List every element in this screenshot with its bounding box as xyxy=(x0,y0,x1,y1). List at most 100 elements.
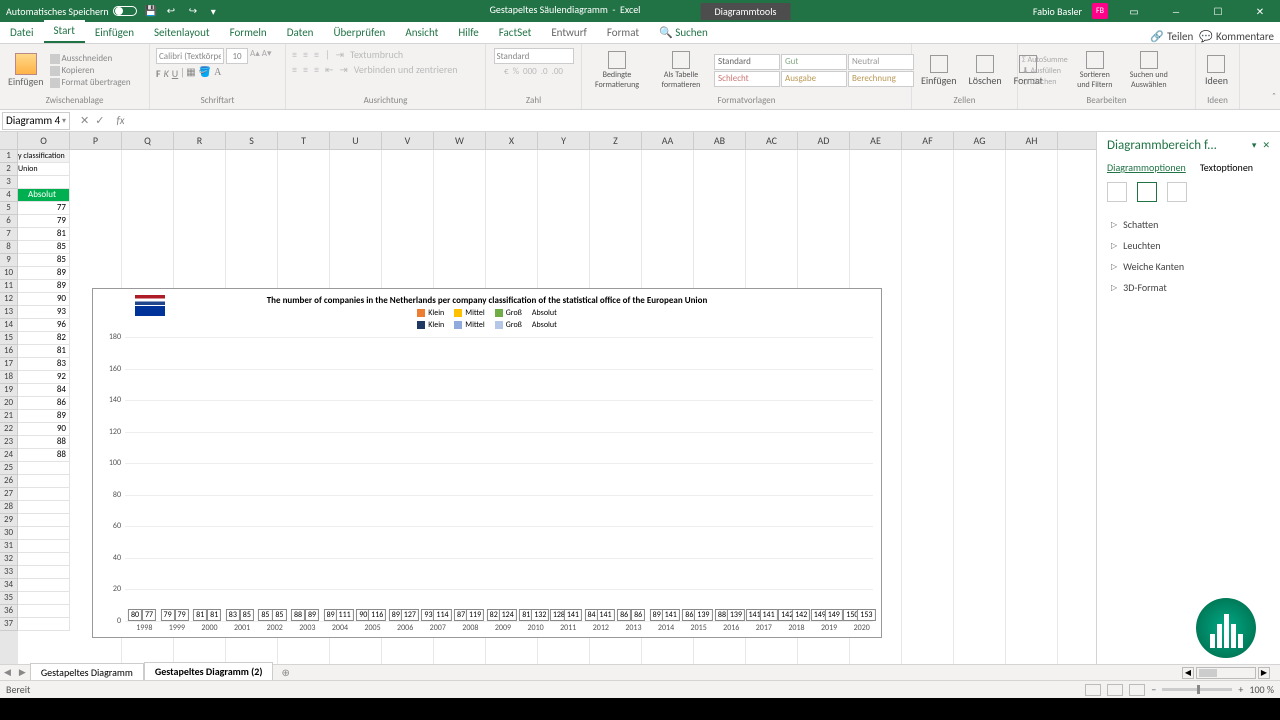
style-standard[interactable]: Standard xyxy=(714,54,780,70)
autosave-toggle[interactable]: Automatisches Speichern xyxy=(6,5,137,18)
row-header[interactable]: 14 xyxy=(0,319,18,332)
tab-format[interactable]: Format xyxy=(597,22,649,43)
pane-tab-text[interactable]: Textoptionen xyxy=(1200,161,1253,174)
undo-icon[interactable]: ↩ xyxy=(167,4,181,18)
col-header[interactable]: AC xyxy=(746,132,798,149)
page-layout-icon[interactable] xyxy=(1107,684,1123,696)
cell[interactable]: Union xyxy=(18,163,70,176)
cell[interactable]: 81 xyxy=(18,228,70,241)
row-header[interactable]: 31 xyxy=(0,540,18,553)
row-header[interactable]: 11 xyxy=(0,280,18,293)
row-header[interactable]: 20 xyxy=(0,397,18,410)
bold-button[interactable]: F xyxy=(156,67,161,80)
conditional-formatting[interactable]: Bedingte Formatierung xyxy=(586,51,648,90)
user-name[interactable]: Fabio Basler xyxy=(1033,5,1082,18)
style-neutral[interactable]: Neutral xyxy=(848,54,914,70)
chart-object[interactable]: The number of companies in the Netherlan… xyxy=(92,288,882,638)
col-header[interactable]: R xyxy=(174,132,226,149)
col-header[interactable]: AE xyxy=(850,132,902,149)
zoom-in[interactable]: + xyxy=(1238,683,1243,696)
cell[interactable]: 89 xyxy=(18,410,70,423)
size-icon[interactable] xyxy=(1167,182,1187,202)
worksheet-grid[interactable]: O PQRSTUVWXYZAAABACADAEAFAGAH 1234567891… xyxy=(0,132,1096,664)
cell[interactable]: 90 xyxy=(18,293,70,306)
qat-more[interactable]: ▾ xyxy=(211,5,216,18)
row-header[interactable]: 24 xyxy=(0,449,18,462)
col-header[interactable]: AF xyxy=(902,132,954,149)
sheet-tab[interactable]: Gestapeltes Diagramm (2) xyxy=(144,662,274,682)
cell[interactable]: 79 xyxy=(18,215,70,228)
cell[interactable]: 77 xyxy=(18,202,70,215)
share-button[interactable]: 🔗 Teilen xyxy=(1150,30,1193,43)
ideas-button[interactable]: Ideen xyxy=(1200,55,1233,87)
normal-view-icon[interactable] xyxy=(1085,684,1101,696)
close-pane-icon[interactable]: ✕ xyxy=(1262,140,1270,151)
name-box[interactable]: Diagramm 4▾ xyxy=(2,112,70,130)
merge-button[interactable]: Verbinden und zentrieren xyxy=(354,63,458,76)
save-icon[interactable]: 💾 xyxy=(145,4,159,18)
row-header[interactable]: 35 xyxy=(0,592,18,605)
fill-color-button[interactable]: 🪣 xyxy=(199,67,211,80)
row-header[interactable]: 17 xyxy=(0,358,18,371)
autosum-button[interactable]: Σ AutoSumme xyxy=(1022,55,1068,65)
row-header[interactable]: 29 xyxy=(0,514,18,527)
cell[interactable]: 85 xyxy=(18,241,70,254)
row-header[interactable]: 16 xyxy=(0,345,18,358)
pane-option[interactable]: Weiche Kanten xyxy=(1097,256,1280,277)
col-header[interactable]: AB xyxy=(694,132,746,149)
collapse-ribbon-icon[interactable]: ˆ xyxy=(1272,90,1276,103)
style-bad[interactable]: Schlecht xyxy=(714,71,780,87)
row-header[interactable]: 27 xyxy=(0,488,18,501)
col-header[interactable]: AH xyxy=(1006,132,1058,149)
row-header[interactable]: 34 xyxy=(0,579,18,592)
col-header[interactable]: Q xyxy=(122,132,174,149)
sheet-tab[interactable]: Gestapeltes Diagramm xyxy=(30,663,144,681)
formula-input[interactable] xyxy=(125,112,1280,129)
col-header[interactable]: V xyxy=(382,132,434,149)
grow-font-icon[interactable]: A▴ xyxy=(250,48,260,64)
cell[interactable]: 82 xyxy=(18,332,70,345)
clear-button[interactable]: ◇ Löschen xyxy=(1022,77,1068,87)
pane-option[interactable]: Schatten xyxy=(1097,214,1280,235)
cell[interactable] xyxy=(18,566,70,579)
cell[interactable]: Absolut xyxy=(18,189,70,202)
row-header[interactable]: 18 xyxy=(0,371,18,384)
cell[interactable]: 88 xyxy=(18,436,70,449)
cell[interactable]: 81 xyxy=(18,345,70,358)
col-header[interactable]: T xyxy=(278,132,330,149)
avatar[interactable]: FB xyxy=(1092,3,1108,19)
cell[interactable]: 86 xyxy=(18,397,70,410)
row-header[interactable]: 15 xyxy=(0,332,18,345)
cell[interactable]: 84 xyxy=(18,384,70,397)
col-header[interactable]: U xyxy=(330,132,382,149)
sheet-nav-prev[interactable]: ◀ xyxy=(0,667,15,678)
cell[interactable]: 88 xyxy=(18,449,70,462)
cell[interactable] xyxy=(18,514,70,527)
border-button[interactable]: ▦ xyxy=(186,67,195,80)
tab-home[interactable]: Start xyxy=(44,20,85,43)
search-box[interactable]: 🔍 Suchen xyxy=(649,22,718,43)
cell[interactable] xyxy=(18,618,70,631)
row-header[interactable]: 21 xyxy=(0,410,18,423)
insert-cells[interactable]: Einfügen xyxy=(916,55,962,87)
cell[interactable] xyxy=(18,176,70,189)
cell[interactable]: 92 xyxy=(18,371,70,384)
row-header[interactable]: 23 xyxy=(0,436,18,449)
row-header[interactable]: 3 xyxy=(0,176,18,189)
col-header[interactable]: S xyxy=(226,132,278,149)
shrink-font-icon[interactable]: A▾ xyxy=(262,48,272,64)
number-format[interactable] xyxy=(494,48,574,64)
cell[interactable] xyxy=(18,462,70,475)
close-icon[interactable]: ✕ xyxy=(1244,0,1276,22)
wrap-text-button[interactable]: Textumbruch xyxy=(350,48,403,61)
switch-icon[interactable] xyxy=(113,6,137,16)
cell[interactable]: 85 xyxy=(18,254,70,267)
cell[interactable] xyxy=(18,579,70,592)
row-header[interactable]: 22 xyxy=(0,423,18,436)
cell[interactable] xyxy=(18,605,70,618)
scroll-track[interactable] xyxy=(1196,667,1256,679)
scroll-right[interactable]: ▶ xyxy=(1258,667,1270,679)
zoom-slider[interactable] xyxy=(1162,688,1232,691)
cell[interactable]: 89 xyxy=(18,267,70,280)
fill-line-icon[interactable] xyxy=(1107,182,1127,202)
